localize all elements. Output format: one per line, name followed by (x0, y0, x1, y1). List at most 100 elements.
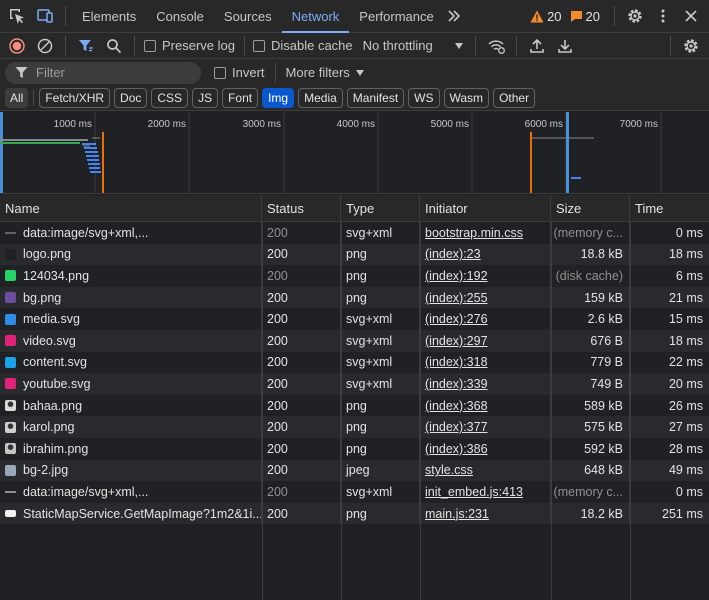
cell-size: 592 kB (551, 437, 630, 460)
table-row[interactable]: video.svg 200 svg+xml (index):297 676 B 18 ms (0, 329, 709, 352)
network-settings-gear-icon[interactable] (677, 32, 705, 60)
type-filter-manifest[interactable]: Manifest (346, 88, 405, 108)
clear-log-icon[interactable] (31, 32, 59, 60)
table-row[interactable]: bg.png 200 png (index):255 159 kB 21 ms (0, 286, 709, 309)
settings-gear-icon[interactable] (621, 2, 649, 30)
table-row[interactable]: logo.png 200 png (index):23 18.8 kB 18 ms (0, 243, 709, 266)
cell-name[interactable]: content.svg (0, 351, 262, 374)
initiator-link[interactable]: (index):255 (425, 291, 488, 305)
table-row[interactable]: 124034.png 200 png (index):192 (disk cache) 6… (0, 265, 709, 287)
tab-performance[interactable]: Performance (349, 0, 443, 33)
tab-console[interactable]: Console (146, 0, 214, 33)
column-header-initiator[interactable]: Initiator (420, 195, 551, 222)
more-tabs-chevron-icon[interactable] (440, 2, 468, 30)
column-divider (630, 222, 631, 600)
initiator-link[interactable]: (index):368 (425, 399, 488, 413)
type-filter-doc[interactable]: Doc (114, 88, 148, 108)
initiator-link[interactable]: style.css (425, 463, 473, 477)
cell-initiator: style.css (420, 459, 551, 482)
type-filter-fetch-xhr[interactable]: Fetch/XHR (39, 88, 111, 108)
more-filters-dropdown[interactable]: More filters (286, 65, 364, 80)
initiator-link[interactable]: bootstrap.min.css (425, 226, 523, 240)
table-row[interactable]: bahaa.png 200 png (index):368 589 kB 26 ms (0, 394, 709, 417)
initiator-link[interactable]: (index):386 (425, 442, 488, 456)
initiator-link[interactable]: (index):23 (425, 247, 481, 261)
tab-sources[interactable]: Sources (214, 0, 282, 33)
cell-name[interactable]: bg.png (0, 286, 262, 309)
import-har-icon[interactable] (523, 32, 551, 60)
column-divider (420, 222, 421, 600)
cell-name[interactable]: 124034.png (0, 265, 262, 287)
cell-name[interactable]: data:image/svg+xml,... (0, 481, 262, 503)
column-header-time[interactable]: Time (630, 195, 709, 222)
cell-name[interactable]: video.svg (0, 329, 262, 352)
network-overview-timeline[interactable]: 1000 ms 2000 ms 3000 ms 4000 ms 5000 ms … (0, 112, 709, 194)
type-filter-other[interactable]: Other (493, 88, 536, 108)
table-row[interactable]: data:image/svg+xml,... 200 svg+xml init_emb… (0, 481, 709, 503)
preserve-log-box[interactable] (144, 39, 156, 52)
type-filter-css[interactable]: CSS (151, 88, 189, 108)
cell-name[interactable]: youtube.svg (0, 373, 262, 395)
type-filter-media[interactable]: Media (298, 88, 343, 108)
network-conditions-icon[interactable] (482, 32, 510, 60)
initiator-link[interactable]: (index):377 (425, 420, 488, 434)
cell-size: 589 kB (551, 394, 630, 417)
invert-box[interactable] (214, 66, 226, 79)
cell-name[interactable]: karol.png (0, 416, 262, 438)
table-row[interactable]: media.svg 200 svg+xml (index):276 2.6 kB 15 m… (0, 308, 709, 330)
table-row[interactable]: ibrahim.png 200 png (index):386 592 kB 28 ms (0, 437, 709, 460)
initiator-link[interactable]: (index):192 (425, 269, 488, 283)
throttling-select[interactable]: No throttling (363, 38, 463, 53)
inspect-element-icon[interactable] (3, 2, 31, 30)
tab-network[interactable]: Network (281, 0, 350, 33)
device-toolbar-icon[interactable] (31, 2, 59, 30)
preserve-log-checkbox[interactable]: Preserve log (144, 38, 235, 53)
filter-input[interactable]: Filter (5, 61, 201, 84)
table-row[interactable]: youtube.svg 200 svg+xml (index):339 749 B 20 … (0, 373, 709, 395)
disable-cache-checkbox[interactable]: Disable cache (252, 38, 353, 53)
cell-name[interactable]: media.svg (0, 308, 262, 330)
cell-name[interactable]: bahaa.png (0, 394, 262, 417)
type-filter-wasm[interactable]: Wasm (443, 88, 490, 108)
disable-cache-box[interactable] (252, 39, 265, 52)
table-row[interactable]: StaticMapService.GetMapImage?1m2&1i... 20… (0, 502, 709, 525)
type-filter-font[interactable]: Font (222, 88, 259, 108)
filter-funnel-icon[interactable] (72, 32, 100, 60)
issues-counter[interactable]: 20 (570, 9, 600, 24)
type-filter-ws[interactable]: WS (408, 88, 440, 108)
warnings-counter[interactable]: 20 (530, 9, 562, 24)
initiator-link[interactable]: (index):276 (425, 312, 488, 326)
invert-checkbox[interactable]: Invert (214, 65, 265, 80)
cell-name[interactable]: ibrahim.png (0, 437, 262, 460)
overview-right-handle[interactable] (566, 112, 569, 194)
table-row[interactable]: bg-2.jpg 200 jpeg style.css 648 kB 49 ms (0, 459, 709, 482)
tab-elements[interactable]: Elements (72, 0, 146, 33)
cell-name[interactable]: logo.png (0, 243, 262, 266)
column-header-status[interactable]: Status (262, 195, 341, 222)
column-header-name[interactable]: Name (0, 195, 262, 222)
table-row[interactable]: karol.png 200 png (index):377 575 kB 27 ms (0, 416, 709, 438)
table-row[interactable]: content.svg 200 svg+xml (index):318 779 B 22 … (0, 351, 709, 374)
close-devtools-icon[interactable] (677, 2, 705, 30)
overview-left-handle[interactable] (0, 112, 3, 194)
cell-name[interactable]: data:image/svg+xml,... (0, 222, 262, 244)
more-options-kebab-icon[interactable] (649, 2, 677, 30)
initiator-link[interactable]: (index):339 (425, 377, 488, 391)
export-har-icon[interactable] (551, 32, 579, 60)
cell-name[interactable]: StaticMapService.GetMapImage?1m2&1i... (0, 502, 262, 525)
cell-status: 200 (262, 243, 341, 266)
initiator-link[interactable]: main.js:231 (425, 507, 489, 521)
initiator-link[interactable]: (index):297 (425, 334, 488, 348)
search-icon[interactable] (100, 32, 128, 60)
column-header-size[interactable]: Size (551, 195, 630, 222)
stop-recording-icon[interactable] (3, 32, 31, 60)
initiator-link[interactable]: init_embed.js:413 (425, 485, 523, 499)
type-filter-all[interactable]: All (5, 88, 29, 108)
cell-name[interactable]: bg-2.jpg (0, 459, 262, 482)
column-header-type[interactable]: Type (341, 195, 420, 222)
cell-status: 200 (262, 351, 341, 374)
type-filter-js[interactable]: JS (192, 88, 219, 108)
initiator-link[interactable]: (index):318 (425, 355, 488, 369)
table-row[interactable]: data:image/svg+xml,... 200 svg+xml bootstra… (0, 222, 709, 244)
type-filter-img[interactable]: Img (262, 88, 295, 108)
